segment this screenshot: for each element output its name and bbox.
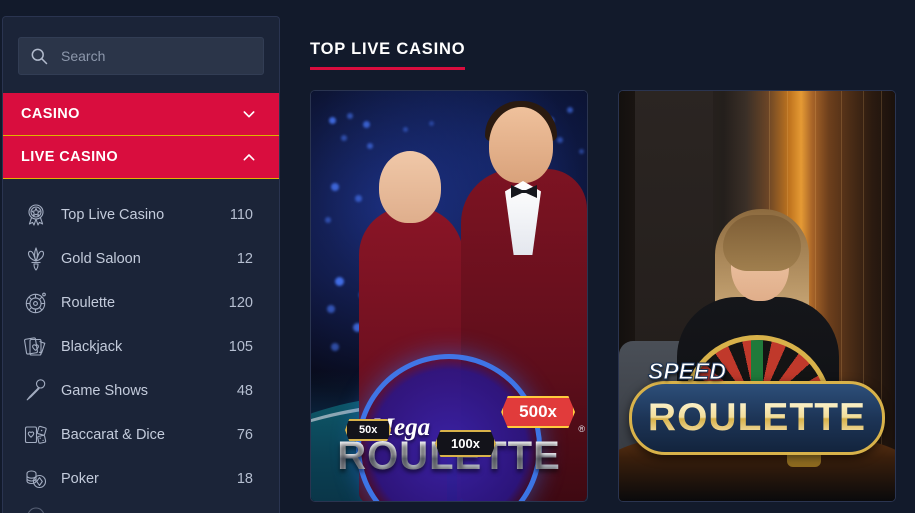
sidebar-item-poker[interactable]: Poker 18 (3, 457, 279, 501)
sidebar: CASINO LIVE CASINO (2, 16, 280, 513)
microphone-icon (23, 378, 49, 404)
mega-roulette-backdrop: Mega ROULETTE ® 500x 50x 100x (311, 91, 587, 501)
page-root: CASINO LIVE CASINO (0, 0, 915, 513)
sidebar-item-count: 18 (236, 471, 253, 487)
sidebar-item-count: 110 (229, 207, 253, 223)
sidebar-item-blackjack[interactable]: Blackjack 105 (3, 325, 279, 369)
main-content: TOP LIVE CASINO Mega ® 500x 50x 100x SPE… (310, 0, 915, 513)
sidebar-item-label: Game Shows (61, 383, 149, 399)
multiplier-badge-500x: 500x (501, 396, 575, 428)
sidebar-item-label: Roulette (61, 295, 116, 311)
section-header: TOP LIVE CASINO (310, 0, 915, 70)
nav-section-live-casino[interactable]: LIVE CASINO (3, 136, 279, 179)
sidebar-item-roulette[interactable]: Roulette 120 (3, 281, 279, 325)
sidebar-item-baccarat-and-dice[interactable]: Baccarat & Dice 76 (3, 413, 279, 457)
sidebar-item-count: 76 (236, 427, 253, 443)
presenter-head (379, 151, 441, 223)
sidebar-item-game-shows[interactable]: Game Shows 48 (3, 369, 279, 413)
speed-roulette-backdrop: SPEED ROULETTE (619, 91, 895, 501)
sidebar-item-count: 12 (236, 251, 253, 267)
game-card-row: Mega ROULETTE ® 500x 50x 100x (310, 90, 915, 502)
sidebar-menu-list: Top Live Casino 110 Gold Saloon 12 Roule… (3, 179, 279, 513)
search-container (3, 17, 279, 93)
fleur-de-lis-icon (23, 246, 49, 272)
mega-roulette-logo: Mega ROULETTE ® 500x 50x 100x (311, 358, 587, 501)
sidebar-item-next-partial[interactable] (3, 501, 279, 513)
chevron-down-icon[interactable] (241, 106, 257, 122)
logo-word-top: SPEED (648, 358, 727, 385)
sidebar-item-count: 48 (236, 383, 253, 399)
sidebar-item-label: Top Live Casino (61, 207, 165, 223)
game-card-speed-roulette[interactable]: SPEED ROULETTE (618, 90, 896, 502)
cards-and-dice-icon (23, 422, 49, 448)
presenter-head (489, 107, 553, 183)
nav-section-live-casino-label: LIVE CASINO (21, 149, 119, 165)
nav-section-casino-label: CASINO (21, 106, 80, 122)
search-box[interactable] (18, 37, 264, 75)
speed-roulette-logo: SPEED ROULETTE (629, 335, 885, 455)
chevron-up-icon[interactable] (241, 149, 257, 165)
chips-stack-icon (23, 466, 49, 492)
nav-section-casino[interactable]: CASINO (3, 93, 279, 136)
sidebar-item-count: 105 (228, 339, 253, 355)
playing-cards-icon (23, 334, 49, 360)
partial-item-icon (23, 503, 49, 513)
page-title: TOP LIVE CASINO (310, 40, 466, 70)
sidebar-item-count: 120 (228, 295, 253, 311)
sidebar-item-label: Poker (61, 471, 99, 487)
logo-word-main: ROULETTE (647, 396, 867, 439)
sidebar-item-top-live-casino[interactable]: Top Live Casino 110 (3, 193, 279, 237)
roulette-chip-icon (23, 290, 49, 316)
sidebar-item-label: Baccarat & Dice (61, 427, 165, 443)
sidebar-item-label: Gold Saloon (61, 251, 141, 267)
logo-plate: SPEED ROULETTE (629, 358, 885, 455)
multiplier-badge-50x: 50x (345, 419, 392, 441)
multiplier-badge-100x: 100x (435, 430, 496, 457)
search-icon (29, 46, 49, 66)
dealer-hair-front (723, 215, 801, 271)
award-medal-icon (23, 202, 49, 228)
sidebar-item-gold-saloon[interactable]: Gold Saloon 12 (3, 237, 279, 281)
trademark-symbol: ® (578, 424, 585, 434)
sidebar-item-label: Blackjack (61, 339, 123, 355)
search-input[interactable] (61, 48, 253, 64)
game-card-mega-roulette[interactable]: Mega ROULETTE ® 500x 50x 100x (310, 90, 588, 502)
